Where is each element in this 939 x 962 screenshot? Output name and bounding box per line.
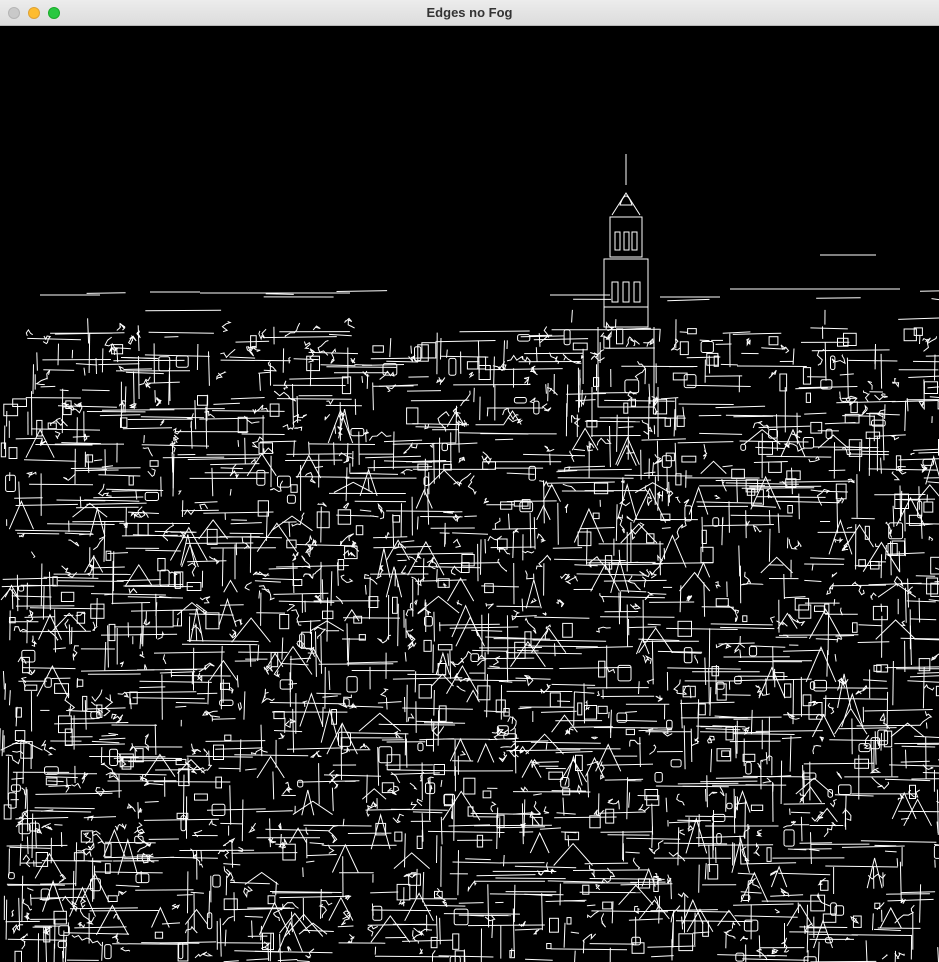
app-window: Edges no Fog — [0, 0, 939, 962]
window-title: Edges no Fog — [426, 5, 513, 20]
title-bar[interactable]: Edges no Fog — [0, 0, 939, 26]
edge-image — [0, 27, 939, 962]
edge-image-canvas — [0, 27, 939, 962]
